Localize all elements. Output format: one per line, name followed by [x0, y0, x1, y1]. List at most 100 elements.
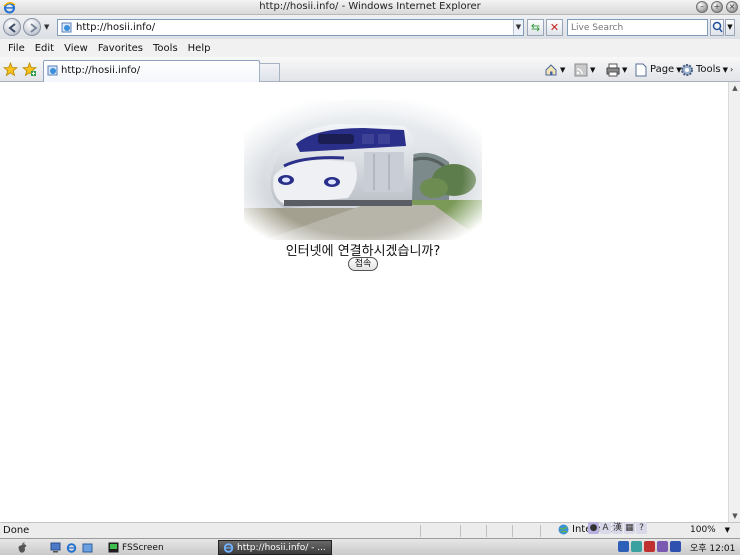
status-divider	[512, 525, 513, 537]
forward-button[interactable]	[23, 18, 41, 36]
apple-logo-icon	[18, 541, 27, 553]
network-icon[interactable]	[618, 541, 629, 552]
ie-taskbar-label: http://hosii.info/ - ...	[237, 542, 326, 553]
search-input[interactable]	[571, 21, 701, 34]
page-icon	[61, 22, 72, 33]
address-dropdown-button[interactable]: ▼	[513, 20, 523, 35]
menu-tools[interactable]: Tools	[148, 43, 183, 54]
forward-arrow-icon	[30, 23, 38, 33]
feeds-button[interactable]: ▼	[574, 62, 595, 77]
status-divider	[486, 525, 487, 537]
rss-feed-icon	[574, 63, 588, 76]
menu-file[interactable]: File	[3, 43, 30, 54]
close-button[interactable]: ×	[726, 1, 738, 13]
ime-hanja-icon[interactable]: 漢	[612, 522, 623, 534]
stop-icon: ✕	[549, 21, 560, 34]
security-alert-icon[interactable]	[644, 541, 655, 552]
taskbar-fsscreen[interactable]: FSScreen	[104, 540, 168, 555]
desktop-icon	[50, 542, 61, 553]
home-button[interactable]: ▼	[544, 62, 565, 77]
add-favorite-icon[interactable]	[22, 62, 37, 77]
search-icon	[712, 21, 723, 33]
tab-page-icon	[47, 65, 58, 76]
ime-settings-icon[interactable]: ▦	[624, 522, 635, 534]
search-box	[567, 19, 708, 36]
vertical-scrollbar[interactable]: ▲ ▼	[728, 82, 740, 522]
clock[interactable]: 오후 12:01	[690, 541, 735, 554]
print-button[interactable]: ▼	[606, 62, 627, 77]
new-tab-button[interactable]	[259, 63, 280, 81]
tools-menu-label: Tools	[696, 64, 721, 75]
ie-taskbar-icon	[223, 543, 234, 553]
scroll-up-icon[interactable]: ▲	[730, 82, 740, 94]
ime-input-icon[interactable]: A	[600, 522, 611, 534]
tab-bar: http://hosii.info/ ▼ ▼ ▼ Page ▼ Tools ▼ …	[0, 57, 740, 82]
maximize-button[interactable]: +	[711, 1, 723, 13]
tab-current[interactable]: http://hosii.info/	[43, 60, 260, 82]
feeds-dropdown-icon: ▼	[590, 65, 596, 74]
address-field[interactable]: http://hosii.info/ ▼	[57, 19, 524, 36]
ktx-train-image	[244, 100, 482, 240]
page-menu-button[interactable]: Page ▼	[634, 62, 682, 77]
minimize-icon: –	[700, 2, 704, 11]
menu-favorites[interactable]: Favorites	[93, 43, 148, 54]
window-title: http://hosii.info/ - Windows Internet Ex…	[259, 1, 481, 12]
printer-icon	[606, 63, 620, 76]
fsscreen-label: FSScreen	[122, 542, 164, 553]
favorites-star-icon[interactable]	[3, 62, 18, 77]
print-dropdown-icon: ▼	[622, 65, 628, 74]
taskbar: FSScreen http://hosii.info/ - ... 오후 12:…	[0, 538, 740, 555]
refresh-icon: ⇆	[530, 21, 541, 34]
tools-menu-button[interactable]: Tools ▼	[680, 62, 728, 77]
search-options-dropdown[interactable]: ▼	[725, 19, 735, 36]
language-bar: ● A 漢 ▦ ?	[588, 522, 647, 534]
quick-launch-explorer[interactable]	[78, 540, 97, 555]
stop-button[interactable]: ✕	[546, 19, 563, 36]
system-tray	[618, 541, 681, 552]
zoom-dropdown-icon: ▼	[724, 526, 730, 534]
ime-help-icon[interactable]: ?	[636, 522, 647, 534]
address-url: http://hosii.info/	[76, 22, 156, 33]
back-button[interactable]	[3, 18, 21, 36]
status-text: Done	[3, 525, 30, 536]
back-arrow-icon	[8, 23, 16, 33]
fsscreen-app-icon	[108, 542, 119, 553]
zoom-level: 100%	[690, 525, 716, 535]
status-divider	[420, 525, 421, 537]
home-dropdown-icon: ▼	[560, 65, 566, 74]
recent-pages-dropdown[interactable]: ▼	[44, 24, 50, 31]
minimize-button[interactable]: –	[696, 1, 708, 13]
title-bar: http://hosii.info/ - Windows Internet Ex…	[0, 0, 740, 15]
menu-edit[interactable]: Edit	[30, 43, 59, 54]
ime-mode-icon[interactable]: ●	[588, 522, 599, 534]
page-menu-icon	[635, 63, 647, 76]
refresh-button[interactable]: ⇆	[527, 19, 544, 36]
page-menu-label: Page	[650, 64, 675, 75]
zoom-control[interactable]: 100% ▼	[690, 525, 730, 535]
close-icon: ×	[728, 2, 736, 11]
address-toolbar: ▼ http://hosii.info/ ▼ ⇆ ✕ ▼	[0, 15, 740, 39]
maximize-icon: +	[713, 2, 721, 11]
menu-help[interactable]: Help	[183, 43, 216, 54]
volume-icon[interactable]	[670, 541, 681, 552]
messenger-icon[interactable]	[657, 541, 668, 552]
menu-view[interactable]: View	[59, 43, 93, 54]
tab-label: http://hosii.info/	[61, 65, 141, 76]
connect-button[interactable]: 접속	[348, 257, 378, 271]
home-icon	[545, 63, 557, 75]
sync-icon[interactable]	[631, 541, 642, 552]
chevron-right-icon: ›	[730, 65, 734, 74]
tools-menu-dropdown-icon: ▼	[722, 65, 729, 74]
status-divider	[460, 525, 461, 537]
ie-quicklaunch-icon	[66, 543, 77, 553]
toolbar-overflow-button[interactable]: ›	[730, 62, 733, 77]
start-button[interactable]	[12, 540, 32, 555]
folder-icon	[82, 543, 93, 553]
menu-bar: File Edit View Favorites Tools Help	[0, 39, 740, 57]
scroll-down-icon[interactable]: ▼	[730, 510, 740, 522]
globe-icon	[558, 524, 569, 535]
search-button[interactable]	[710, 19, 724, 36]
gear-icon	[681, 63, 693, 76]
status-divider	[540, 525, 541, 537]
taskbar-ie-window[interactable]: http://hosii.info/ - ...	[218, 540, 332, 555]
